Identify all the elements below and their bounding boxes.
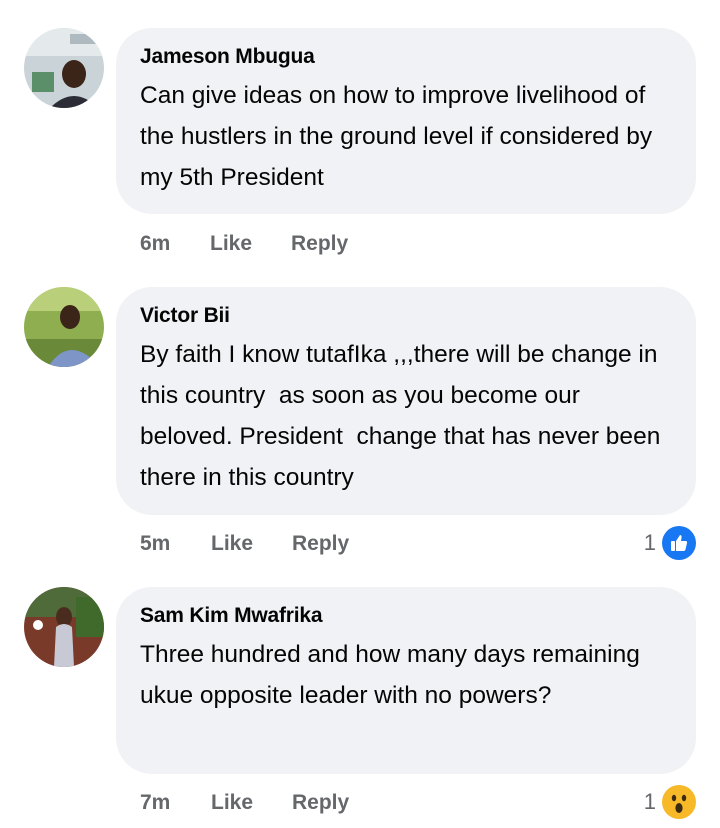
comment-author[interactable]: Sam Kim Mwafrika bbox=[140, 603, 672, 629]
like-button[interactable]: Like bbox=[211, 791, 253, 815]
comment-text: Three hundred and how many days remainin… bbox=[140, 641, 647, 709]
reply-button[interactable]: Reply bbox=[291, 232, 348, 256]
comment-bubble: Victor Bii By faith I know tutafIka ,,,t… bbox=[116, 287, 696, 515]
comment-author[interactable]: Victor Bii bbox=[140, 303, 672, 329]
reaction-count: 1 bbox=[643, 530, 656, 555]
comment-author[interactable]: Jameson Mbugua bbox=[140, 44, 672, 70]
comment-time[interactable]: 7m bbox=[140, 791, 170, 815]
reaction-count: 1 bbox=[643, 789, 656, 814]
avatar[interactable] bbox=[24, 287, 104, 367]
avatar[interactable] bbox=[24, 28, 104, 108]
comment-time[interactable]: 6m bbox=[140, 232, 170, 256]
comment-time[interactable]: 5m bbox=[140, 532, 170, 556]
comment-bubble: Sam Kim Mwafrika Three hundred and how m… bbox=[116, 587, 696, 774]
reply-button[interactable]: Reply bbox=[292, 791, 349, 815]
like-icon bbox=[662, 526, 696, 560]
avatar[interactable] bbox=[24, 587, 104, 667]
reaction-summary[interactable]: 1 bbox=[644, 784, 696, 820]
comment-text: Can give ideas on how to improve livelih… bbox=[140, 82, 659, 191]
reply-button[interactable]: Reply bbox=[292, 532, 349, 556]
like-button[interactable]: Like bbox=[211, 532, 253, 556]
comment-text: By faith I know tutafIka ,,,there will b… bbox=[140, 341, 668, 491]
like-button[interactable]: Like bbox=[210, 232, 252, 256]
comment-bubble: Jameson Mbugua Can give ideas on how to … bbox=[116, 28, 696, 214]
wow-icon bbox=[662, 785, 696, 819]
reaction-summary[interactable]: 1 bbox=[644, 525, 696, 561]
